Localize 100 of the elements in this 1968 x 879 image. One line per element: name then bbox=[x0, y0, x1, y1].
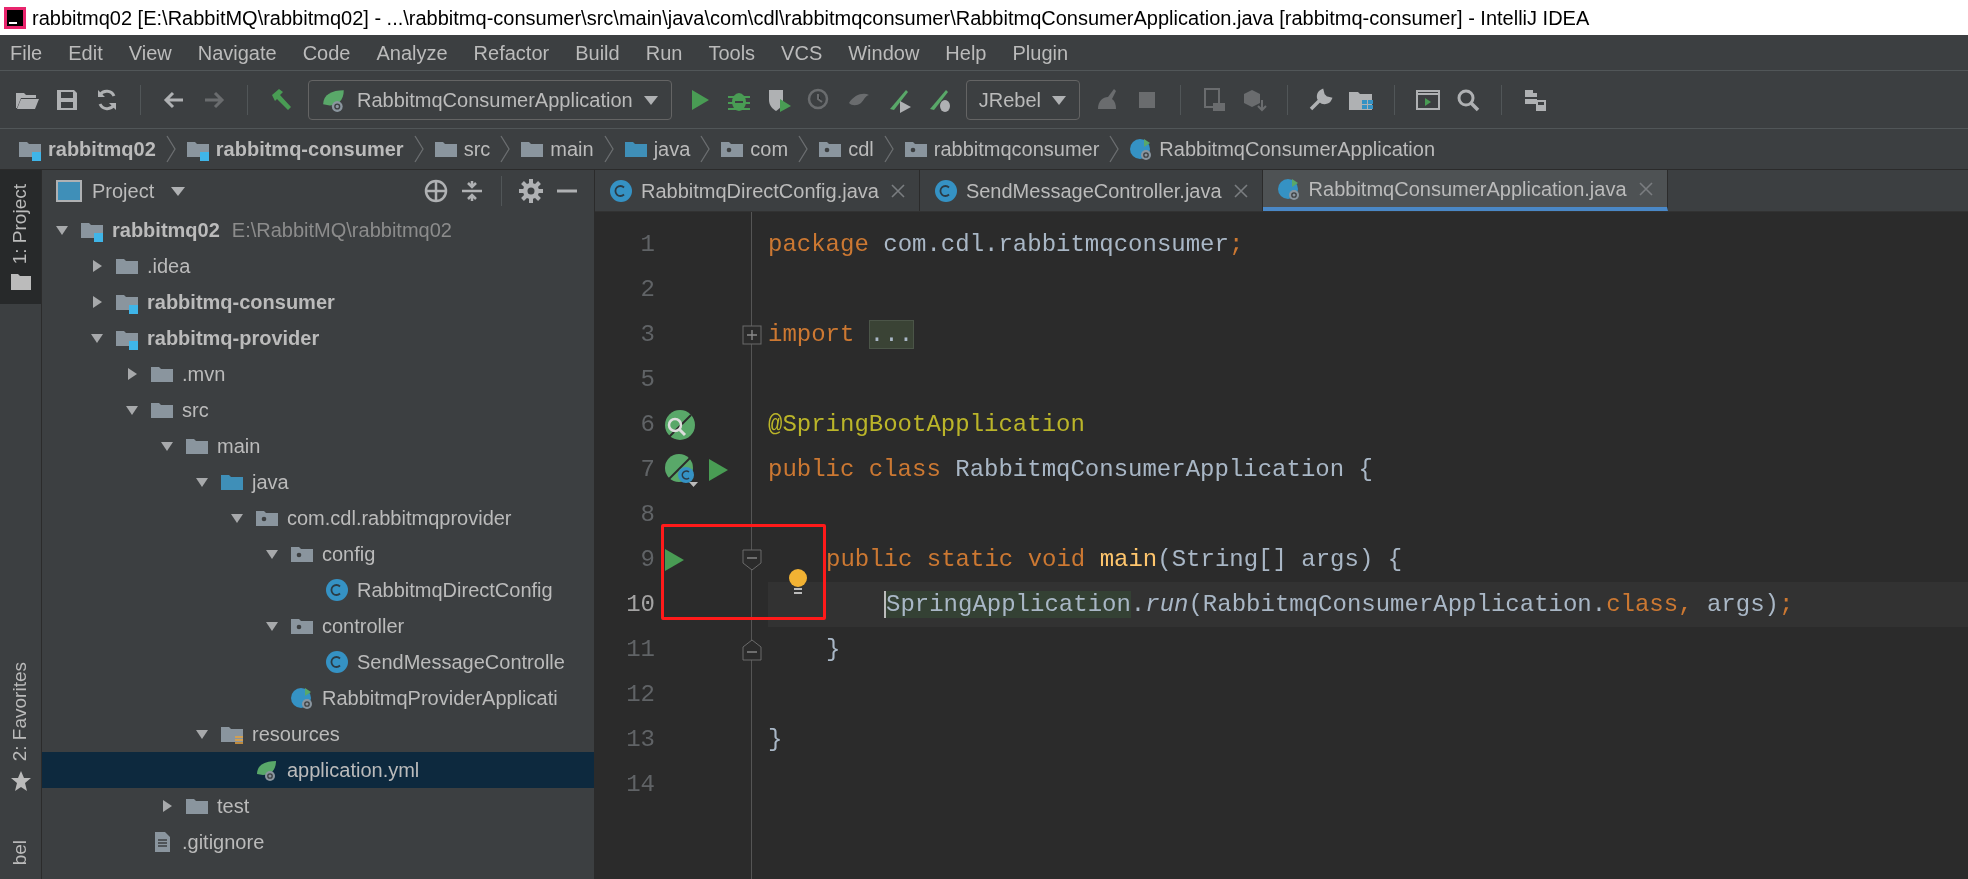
tree-item[interactable]: application.yml bbox=[42, 752, 594, 788]
menu-item[interactable]: File bbox=[10, 37, 43, 68]
menu-item[interactable]: Run bbox=[645, 37, 683, 68]
tree-item[interactable]: resources bbox=[42, 716, 594, 752]
menu-item[interactable]: Analyze bbox=[376, 37, 448, 68]
expanded-arrow-icon[interactable] bbox=[160, 439, 174, 453]
menu-item[interactable]: Plugin bbox=[1012, 37, 1069, 68]
window-title: rabbitmq02 [E:\RabbitMQ\rabbitmq02] - ...\rabbitmq-consumer\src\main\java\com\cdl\rabbitmqconsumer\RabbitmqConsumerApplication.java [rabbitmq-consumer] - IntelliJ IDEA bbox=[32, 5, 1590, 31]
crosshair-icon[interactable] bbox=[423, 178, 449, 204]
breadcrumb-item[interactable]: rabbitmq02 bbox=[18, 134, 156, 164]
menu-item[interactable]: Navigate bbox=[197, 37, 277, 68]
expanded-arrow-icon[interactable] bbox=[230, 511, 244, 525]
collapsed-arrow-icon[interactable] bbox=[125, 367, 139, 381]
tree-item[interactable]: .gitignore bbox=[42, 824, 594, 860]
menu-item[interactable]: Edit bbox=[68, 37, 103, 68]
tree-item[interactable]: main bbox=[42, 428, 594, 464]
menu-item[interactable]: View bbox=[128, 37, 172, 68]
menu-item[interactable]: Tools bbox=[708, 37, 756, 68]
line-number: 10 bbox=[625, 589, 655, 620]
breadcrumb-item[interactable]: com bbox=[720, 134, 789, 164]
chevron-icon bbox=[1109, 135, 1120, 163]
tree-item[interactable]: .mvn bbox=[42, 356, 594, 392]
view-selector[interactable]: Project bbox=[92, 176, 187, 206]
expanded-arrow-icon[interactable] bbox=[265, 619, 279, 633]
tree-item[interactable]: rabbitmq-provider bbox=[42, 320, 594, 356]
chevron-icon bbox=[413, 135, 424, 163]
expand-fold-icon[interactable] bbox=[742, 324, 762, 345]
tree-item[interactable]: controller bbox=[42, 608, 594, 644]
run-icon[interactable] bbox=[663, 547, 685, 572]
tree-item[interactable]: java bbox=[42, 464, 594, 500]
path-hint: E:\RabbitMQ\rabbitmq02 bbox=[231, 218, 452, 243]
breadcrumb-item[interactable]: RabbitmqConsumerApplication bbox=[1129, 134, 1436, 164]
star-icon bbox=[9, 769, 32, 792]
collapsed-arrow-icon[interactable] bbox=[160, 799, 174, 813]
editor-tab[interactable]: RabbitmqConsumerApplication.java bbox=[1262, 170, 1668, 211]
tool-window-tab[interactable]: 2: Favorites bbox=[0, 648, 41, 806]
tree-item[interactable]: .idea bbox=[42, 248, 594, 284]
lightbulb-icon[interactable] bbox=[788, 568, 808, 596]
tree-item[interactable]: SendMessageControlle bbox=[42, 644, 594, 680]
collapse-fold-icon[interactable] bbox=[742, 548, 762, 571]
line-number: 7 bbox=[639, 454, 655, 485]
expanded-arrow-icon[interactable] bbox=[195, 727, 209, 741]
settings-icon[interactable] bbox=[1307, 86, 1334, 113]
line-number: 8 bbox=[639, 499, 655, 530]
breadcrumb-item[interactable]: main bbox=[520, 134, 594, 164]
tree-item[interactable]: config bbox=[42, 536, 594, 572]
code-line: } bbox=[826, 634, 841, 665]
line-number: 12 bbox=[625, 679, 655, 710]
tool-window-tab[interactable]: 1: Project bbox=[0, 170, 41, 305]
menu-item[interactable]: Code bbox=[302, 37, 351, 68]
breadcrumb-item[interactable]: rabbitmq-consumer bbox=[185, 134, 404, 164]
class-icon bbox=[325, 578, 349, 602]
spring-leaf-icon bbox=[255, 758, 279, 782]
menu-item[interactable]: VCS bbox=[781, 37, 823, 68]
expanded-arrow-icon[interactable] bbox=[195, 475, 209, 489]
menu-item[interactable]: Build bbox=[575, 37, 620, 68]
spring-class-icon bbox=[290, 686, 314, 710]
collapse-all-icon[interactable] bbox=[459, 178, 485, 204]
menu-item[interactable]: Window bbox=[848, 37, 920, 68]
menu-item[interactable]: Refactor bbox=[473, 37, 550, 68]
chevron-icon bbox=[603, 135, 614, 163]
expanded-arrow-icon[interactable] bbox=[90, 331, 104, 345]
tree-item[interactable]: rabbitmq-consumer bbox=[42, 284, 594, 320]
tree-item[interactable]: RabbitmqProviderApplicati bbox=[42, 680, 594, 716]
spring-class-icon bbox=[1276, 176, 1301, 201]
code-line: public static void main(String[] args) { bbox=[826, 544, 1403, 575]
code-line: } bbox=[768, 724, 783, 755]
tree-item[interactable]: test bbox=[42, 788, 594, 824]
tree-item[interactable]: rabbitmq02 E:\RabbitMQ\rabbitmq02 bbox=[42, 212, 594, 248]
line-number: 3 bbox=[639, 319, 655, 350]
breadcrumb-item[interactable]: java bbox=[623, 134, 691, 164]
spring-bean-search-icon[interactable] bbox=[663, 408, 697, 441]
jrebel-dropdown[interactable]: JRebel bbox=[965, 79, 1080, 120]
expanded-arrow-icon[interactable] bbox=[55, 223, 69, 237]
collapsed-arrow-icon[interactable] bbox=[90, 259, 104, 273]
menu-item[interactable]: Help bbox=[945, 37, 987, 68]
settings-icon[interactable] bbox=[518, 178, 544, 204]
breadcrumb-item[interactable]: cdl bbox=[818, 134, 874, 164]
tree-item[interactable]: src bbox=[42, 392, 594, 428]
run-icon[interactable] bbox=[707, 457, 729, 482]
line-number: 14 bbox=[625, 769, 655, 800]
editor-tab[interactable]: SendMessageController.java bbox=[919, 170, 1263, 211]
editor-tab[interactable]: RabbitmqDirectConfig.java bbox=[595, 170, 920, 211]
tool-window-tab[interactable]: bel bbox=[0, 825, 41, 879]
caret-icon bbox=[170, 185, 187, 197]
spring-class-icon[interactable] bbox=[663, 452, 699, 487]
tree-item[interactable]: com.cdl.rabbitmqprovider bbox=[42, 500, 594, 536]
run-configuration-dropdown[interactable]: RabbitmqConsumerApplication bbox=[308, 79, 672, 120]
tree-item[interactable]: RabbitmqDirectConfig bbox=[42, 572, 594, 608]
line-number: 6 bbox=[639, 409, 655, 440]
breadcrumb-item[interactable]: rabbitmqconsumer bbox=[903, 134, 1100, 164]
expanded-arrow-icon[interactable] bbox=[265, 547, 279, 561]
expanded-arrow-icon[interactable] bbox=[125, 403, 139, 417]
breadcrumb-item[interactable]: src bbox=[433, 134, 491, 164]
close-icon[interactable] bbox=[890, 183, 905, 198]
chevron-icon bbox=[883, 135, 894, 163]
caret-icon bbox=[1050, 93, 1067, 106]
fold-end-icon[interactable] bbox=[742, 638, 762, 661]
close-icon[interactable] bbox=[1233, 183, 1248, 198]
collapsed-arrow-icon[interactable] bbox=[90, 295, 104, 309]
